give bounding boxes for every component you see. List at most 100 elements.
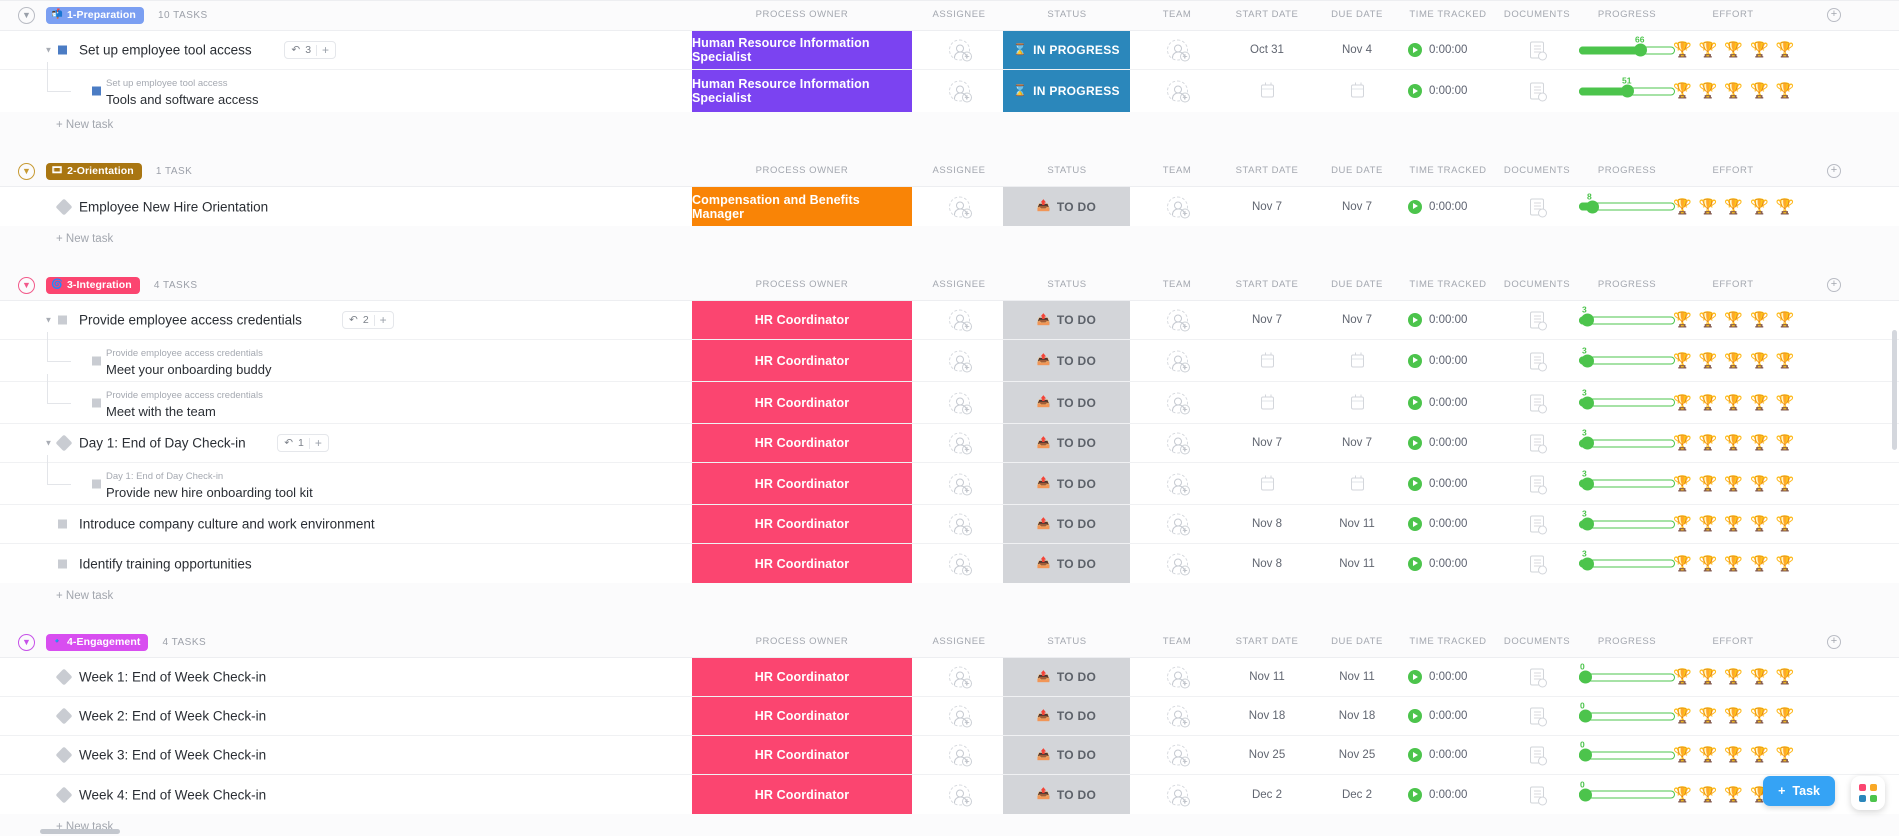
team-avatar[interactable]: + <box>1167 514 1188 535</box>
assignee-avatar[interactable]: + <box>949 745 970 766</box>
task-row[interactable]: Week 2: End of Week Check-inHR Coordinat… <box>0 697 1899 736</box>
trophy-icon[interactable]: 🏆 <box>1673 436 1692 451</box>
progress-knob[interactable] <box>1581 354 1594 367</box>
task-row[interactable]: Employee New Hire OrientationCompensatio… <box>0 187 1899 226</box>
team-avatar[interactable]: + <box>1167 784 1188 805</box>
progress-slider[interactable]: 8 <box>1579 200 1675 213</box>
time-tracked-cell[interactable]: 0:00:00 <box>1408 788 1467 802</box>
add-subtask-icon[interactable]: + <box>315 437 322 449</box>
apps-grid-button[interactable] <box>1851 776 1885 810</box>
add-column-button[interactable]: + <box>1827 278 1841 292</box>
progress-knob[interactable] <box>1581 396 1594 409</box>
documents-icon[interactable] <box>1530 708 1544 725</box>
play-timer-icon[interactable] <box>1408 200 1422 214</box>
start-date-cell[interactable]: Nov 7 <box>1232 314 1302 326</box>
time-tracked-cell[interactable]: 0:00:00 <box>1408 43 1467 57</box>
group-collapse-icon[interactable]: ▼ <box>18 634 35 651</box>
group-header[interactable]: ▼ 🌀 3-Integration 4 TASKSPROCESS OWNERAS… <box>0 270 1899 300</box>
progress-slider[interactable]: 51 <box>1579 85 1675 98</box>
documents-icon[interactable] <box>1530 516 1544 533</box>
trophy-icon[interactable]: 🏆 <box>1673 43 1692 58</box>
task-name[interactable]: Meet with the team <box>106 404 216 419</box>
documents-icon[interactable] <box>1530 198 1544 215</box>
trophy-icon[interactable]: 🏆 <box>1724 353 1743 368</box>
progress-slider[interactable]: 3 <box>1579 477 1675 490</box>
documents-icon[interactable] <box>1530 435 1544 452</box>
progress-knob[interactable] <box>1581 437 1594 450</box>
play-timer-icon[interactable] <box>1408 788 1422 802</box>
task-name[interactable]: Meet your onboarding buddy <box>106 362 272 377</box>
task-type-icon[interactable] <box>92 356 101 365</box>
trophy-icon[interactable]: 🏆 <box>1750 670 1769 685</box>
process-owner-cell[interactable]: HR Coordinator <box>692 301 912 339</box>
due-date-cell[interactable]: Nov 11 <box>1322 671 1392 683</box>
status-badge[interactable]: 📤 TO DO <box>1003 463 1130 504</box>
task-type-icon[interactable] <box>92 87 101 96</box>
trophy-icon[interactable]: 🏆 <box>1724 556 1743 571</box>
assignee-avatar[interactable]: + <box>949 667 970 688</box>
process-owner-cell[interactable]: HR Coordinator <box>692 505 912 543</box>
trophy-icon[interactable]: 🏆 <box>1750 476 1769 491</box>
start-date-cell[interactable]: Nov 7 <box>1232 437 1302 449</box>
trophy-icon[interactable]: 🏆 <box>1750 436 1769 451</box>
group-collapse-icon[interactable]: ▼ <box>18 7 35 24</box>
start-date-cell[interactable]: Nov 7 <box>1232 201 1302 213</box>
status-badge[interactable]: 📤 TO DO <box>1003 424 1130 462</box>
assignee-avatar[interactable]: + <box>949 553 970 574</box>
progress-slider[interactable]: 3 <box>1579 518 1675 531</box>
effort-rating[interactable]: 🏆🏆🏆🏆🏆 <box>1673 517 1794 532</box>
vertical-scrollbar[interactable] <box>1892 330 1897 450</box>
task-type-icon[interactable] <box>56 786 73 803</box>
trophy-icon[interactable]: 🏆 <box>1776 313 1795 328</box>
task-name[interactable]: Provide employee access credentials <box>79 313 302 328</box>
due-date-cell[interactable]: Nov 7 <box>1322 201 1392 213</box>
time-tracked-cell[interactable]: 0:00:00 <box>1408 396 1467 410</box>
add-subtask-icon[interactable]: + <box>380 314 387 326</box>
play-timer-icon[interactable] <box>1408 517 1422 531</box>
horizontal-scrollbar[interactable] <box>40 829 120 834</box>
task-name[interactable]: Employee New Hire Orientation <box>79 199 268 214</box>
group-header[interactable]: ▼ 🔹 4-Engagement 4 TASKSPROCESS OWNERASS… <box>0 627 1899 657</box>
task-row[interactable]: Week 3: End of Week Check-inHR Coordinat… <box>0 736 1899 775</box>
group-name-chip[interactable]: 📬 1-Preparation <box>46 7 144 24</box>
task-type-icon[interactable] <box>56 198 73 215</box>
status-badge[interactable]: 📤 TO DO <box>1003 187 1130 226</box>
effort-rating[interactable]: 🏆🏆🏆🏆🏆 <box>1673 43 1794 58</box>
progress-slider[interactable]: 0 <box>1579 710 1675 723</box>
due-date-cell[interactable]: Dec 2 <box>1322 789 1392 801</box>
trophy-icon[interactable]: 🏆 <box>1750 748 1769 763</box>
assignee-avatar[interactable]: + <box>949 433 970 454</box>
documents-icon[interactable] <box>1530 475 1544 492</box>
team-avatar[interactable]: + <box>1167 706 1188 727</box>
task-row[interactable]: Day 1: End of Day Check-inProvide new hi… <box>0 463 1899 505</box>
effort-rating[interactable]: 🏆🏆🏆🏆🏆 <box>1673 313 1794 328</box>
play-timer-icon[interactable] <box>1408 748 1422 762</box>
trophy-icon[interactable]: 🏆 <box>1699 556 1718 571</box>
time-tracked-cell[interactable]: 0:00:00 <box>1408 557 1467 571</box>
progress-slider[interactable]: 3 <box>1579 557 1675 570</box>
group-name-chip[interactable]: 🎞 2-Orientation <box>46 163 142 180</box>
time-tracked-cell[interactable]: 0:00:00 <box>1408 436 1467 450</box>
due-date-cell[interactable]: Nov 11 <box>1322 518 1392 530</box>
trophy-icon[interactable]: 🏆 <box>1776 517 1795 532</box>
due-date-cell[interactable]: Nov 11 <box>1322 558 1392 570</box>
trophy-icon[interactable]: 🏆 <box>1699 313 1718 328</box>
new-task-link[interactable]: + New task <box>0 112 1899 137</box>
play-timer-icon[interactable] <box>1408 354 1422 368</box>
start-date-cell[interactable]: Oct 31 <box>1232 44 1302 56</box>
task-name[interactable]: Identify training opportunities <box>79 556 252 571</box>
trophy-icon[interactable]: 🏆 <box>1750 84 1769 99</box>
due-date-cell-empty-icon[interactable] <box>1351 396 1364 409</box>
play-timer-icon[interactable] <box>1408 396 1422 410</box>
start-date-cell-empty-icon[interactable] <box>1261 354 1274 367</box>
assignee-avatar[interactable]: + <box>949 196 970 217</box>
start-date-cell[interactable]: Nov 25 <box>1232 749 1302 761</box>
progress-knob[interactable] <box>1579 788 1592 801</box>
start-date-cell-empty-icon[interactable] <box>1261 85 1274 98</box>
trophy-icon[interactable]: 🏆 <box>1776 199 1795 214</box>
add-column-button[interactable]: + <box>1827 8 1841 22</box>
task-name[interactable]: Provide new hire onboarding tool kit <box>106 485 313 500</box>
task-name[interactable]: Introduce company culture and work envir… <box>79 517 375 532</box>
time-tracked-cell[interactable]: 0:00:00 <box>1408 748 1467 762</box>
assignee-avatar[interactable]: + <box>949 81 970 102</box>
